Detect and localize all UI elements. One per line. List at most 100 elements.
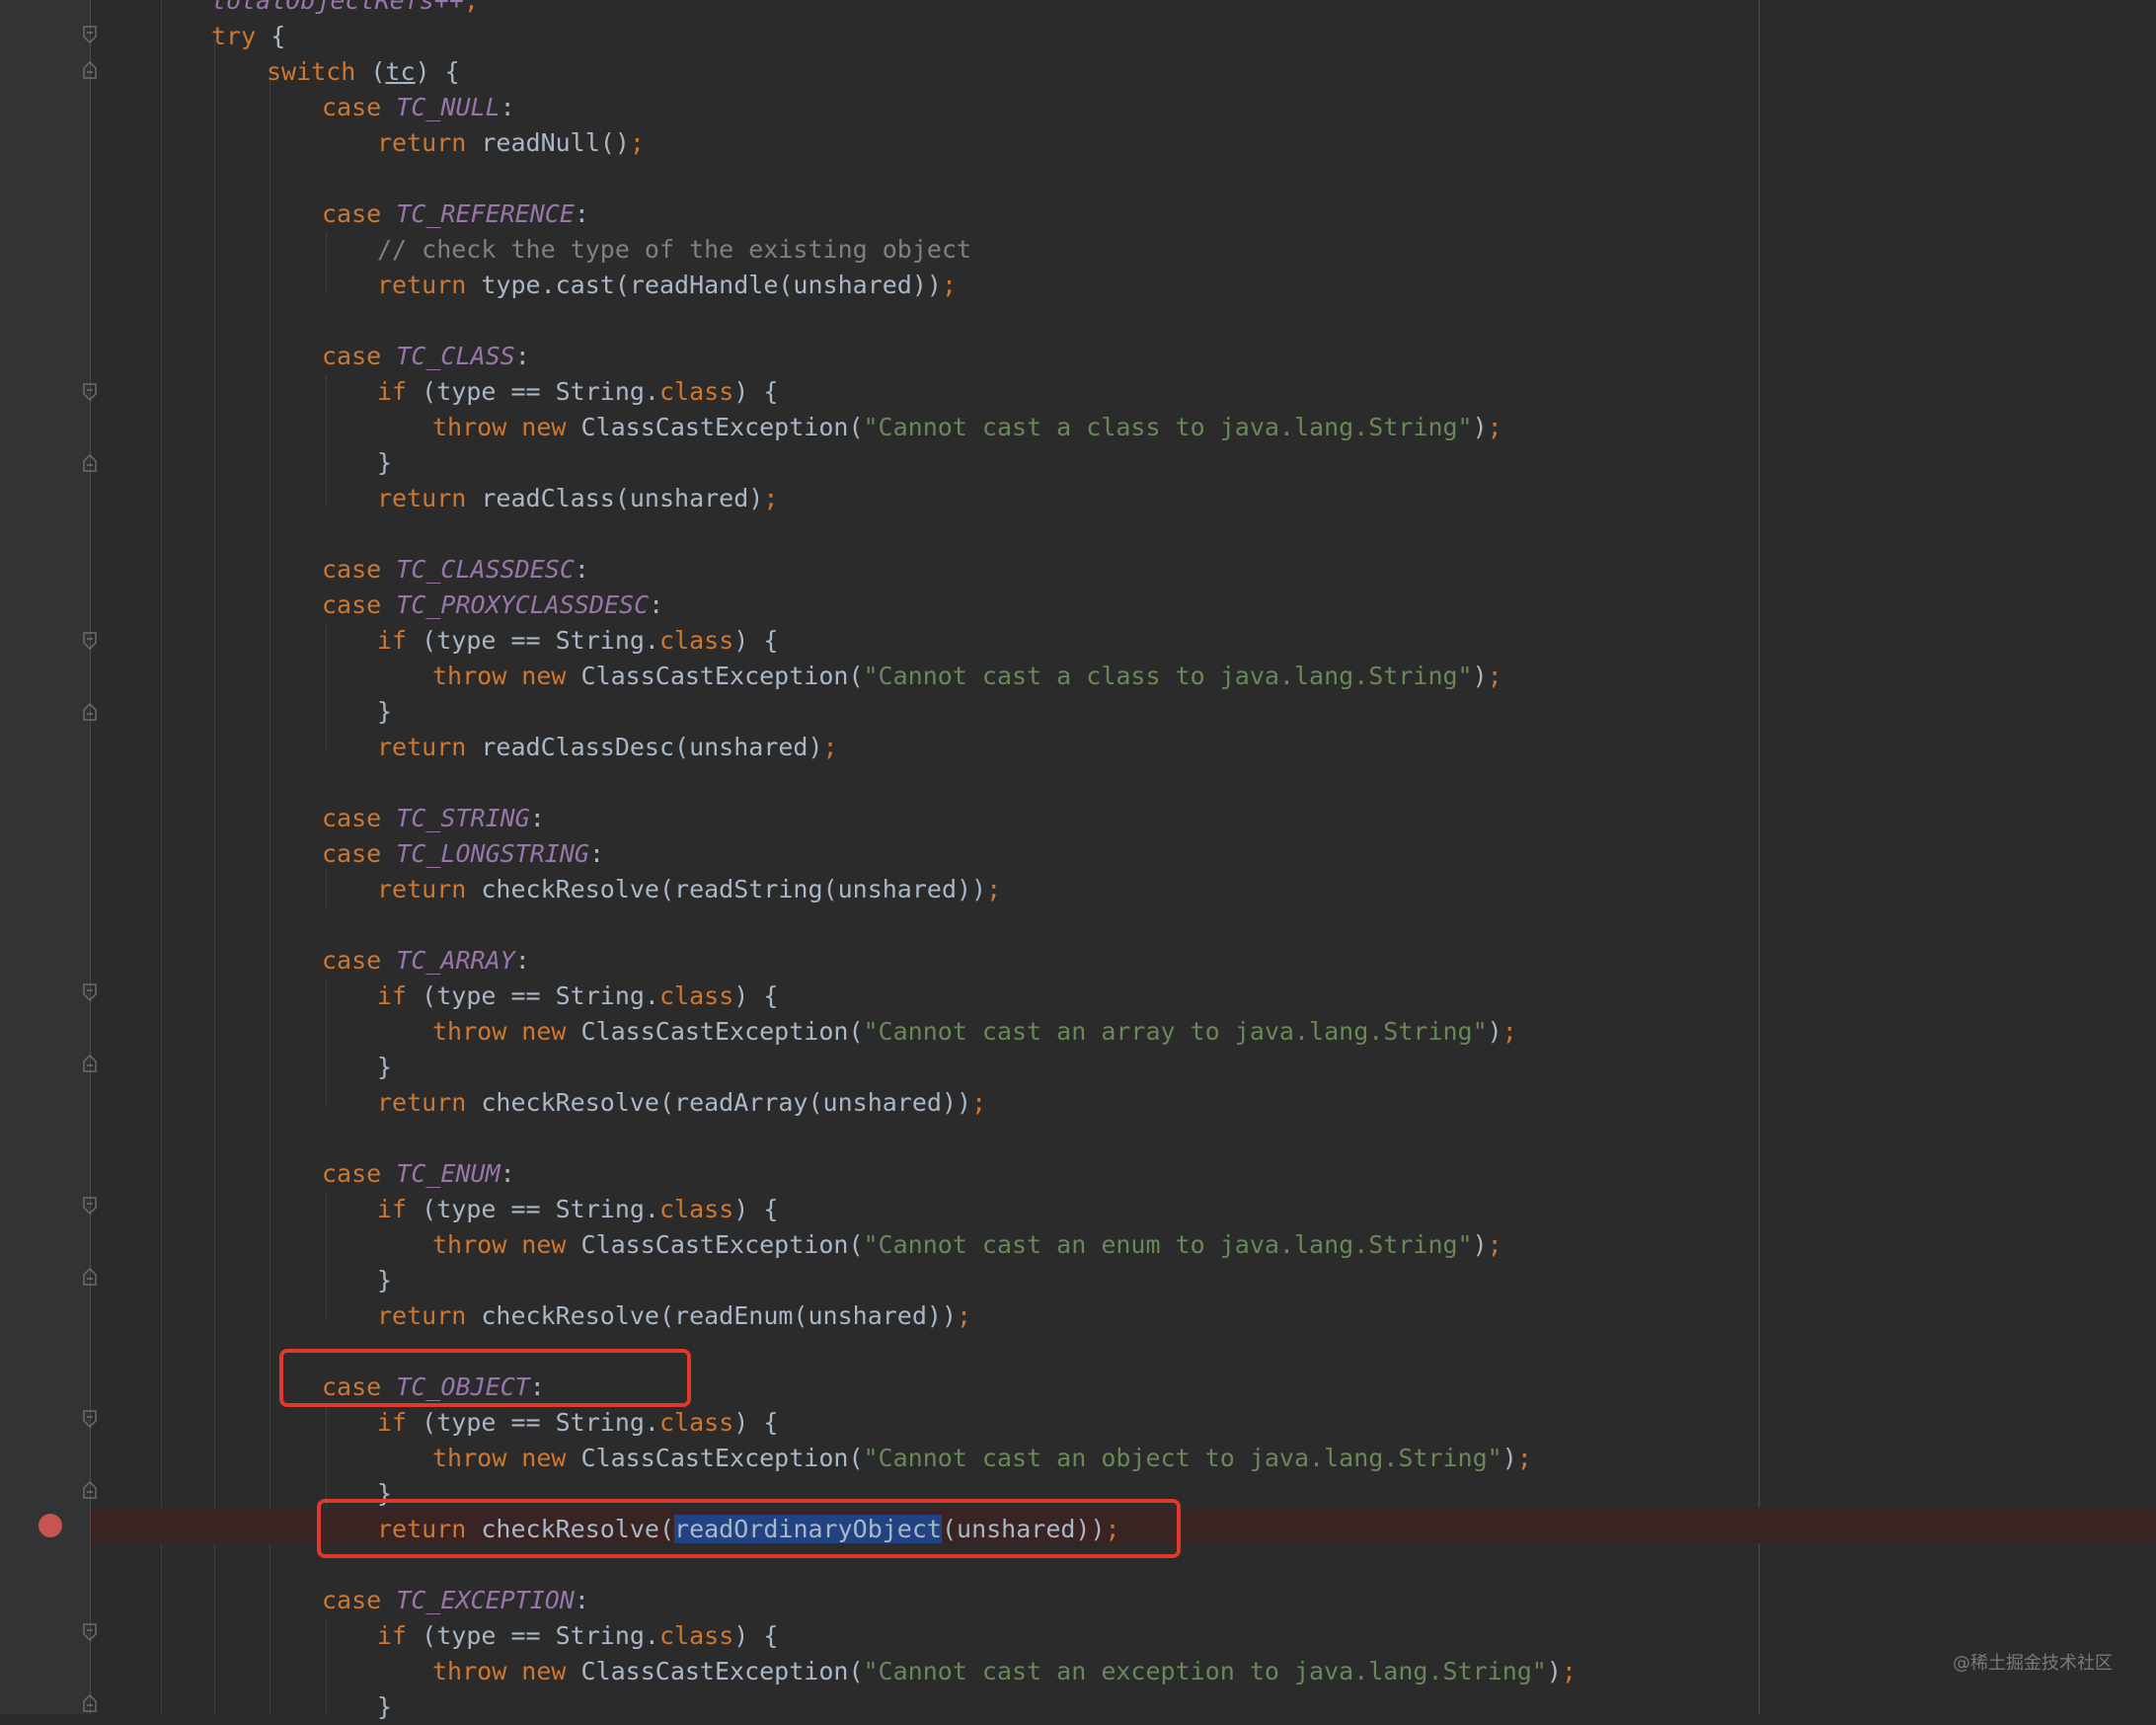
fold-toggle-icon[interactable] xyxy=(82,983,98,1001)
code-editor[interactable]: totalObjectRefs++; try {switch (tc) {case… xyxy=(0,0,2156,1721)
code-token: throw new xyxy=(432,1657,581,1686)
code-token: ClassCastException( xyxy=(580,1657,864,1686)
code-token: checkResolve(readArray(unshared)) xyxy=(481,1088,972,1117)
code-line[interactable]: try { xyxy=(211,19,285,54)
editor-gutter[interactable] xyxy=(0,0,91,1714)
fold-toggle-icon[interactable] xyxy=(82,454,98,472)
fold-toggle-icon[interactable] xyxy=(82,1268,98,1286)
code-line[interactable]: case TC_CLASS: xyxy=(322,339,530,374)
code-line[interactable]: throw new ClassCastException("Cannot cas… xyxy=(432,659,1502,694)
code-line[interactable]: return readClass(unshared); xyxy=(377,481,778,516)
code-line[interactable]: } xyxy=(377,1689,392,1725)
code-line[interactable]: case TC_EXCEPTION: xyxy=(322,1583,589,1618)
code-token: ) { xyxy=(733,1408,779,1437)
code-line[interactable]: return readNull(); xyxy=(377,125,645,161)
code-line[interactable]: throw new ClassCastException("Cannot cas… xyxy=(432,1014,1517,1050)
code-token: : xyxy=(514,946,530,975)
code-token: ; xyxy=(1487,662,1502,690)
fold-toggle-icon[interactable] xyxy=(82,632,98,650)
code-token: return xyxy=(377,271,482,299)
indent-guide xyxy=(326,869,327,908)
fold-toggle-icon[interactable] xyxy=(82,1410,98,1428)
code-line[interactable]: case TC_CLASSDESC: xyxy=(322,552,589,588)
code-line[interactable]: } xyxy=(377,694,392,730)
code-line[interactable]: } xyxy=(377,445,392,481)
code-line[interactable]: if (type == String.class) { xyxy=(377,1192,778,1227)
code-token: case xyxy=(322,1159,397,1188)
code-line[interactable]: if (type == String.class) { xyxy=(377,1405,778,1441)
fold-toggle-icon[interactable] xyxy=(82,1481,98,1499)
code-line[interactable]: return checkResolve(readEnum(unshared)); xyxy=(377,1298,971,1334)
code-token: (type == String. xyxy=(407,1621,659,1650)
code-token: ; xyxy=(822,733,838,761)
code-token: if xyxy=(377,1408,408,1437)
code-token: : xyxy=(500,1159,515,1188)
code-line[interactable]: throw new ClassCastException("Cannot cas… xyxy=(432,1227,1502,1263)
code-token: case xyxy=(322,342,397,370)
fold-toggle-icon[interactable] xyxy=(82,1694,98,1712)
code-token: ) { xyxy=(733,377,779,406)
code-token: : xyxy=(574,555,589,584)
code-token: if xyxy=(377,1621,408,1650)
code-token: readClassDesc(unshared) xyxy=(481,733,823,761)
gutter-divider xyxy=(90,0,91,1714)
code-token: TC_REFERENCE xyxy=(396,199,575,228)
code-line[interactable]: if (type == String.class) { xyxy=(377,623,778,659)
code-line[interactable]: switch (tc) { xyxy=(267,54,460,90)
code-line[interactable]: return readClassDesc(unshared); xyxy=(377,730,838,765)
fold-toggle-icon[interactable] xyxy=(82,703,98,721)
code-line[interactable]: case TC_PROXYCLASSDESC: xyxy=(322,588,663,623)
code-line[interactable]: } xyxy=(377,1050,392,1085)
code-token: case xyxy=(322,93,397,121)
code-token: case xyxy=(322,590,397,619)
indent-guide xyxy=(326,1193,327,1321)
code-line[interactable]: return checkResolve(readArray(unshared))… xyxy=(377,1085,986,1121)
code-line[interactable]: throw new ClassCastException("Cannot cas… xyxy=(432,1441,1532,1476)
code-line[interactable]: totalObjectRefs++; xyxy=(211,0,479,19)
code-token: class xyxy=(658,377,734,406)
code-line[interactable]: case TC_ARRAY: xyxy=(322,943,530,979)
code-token: "Cannot cast a class to java.lang.String… xyxy=(863,413,1473,441)
code-token: case xyxy=(322,839,397,868)
code-token: { xyxy=(256,22,286,50)
fold-toggle-icon[interactable] xyxy=(82,26,98,43)
code-token: case xyxy=(322,199,397,228)
code-token: class xyxy=(658,1408,734,1437)
fold-toggle-icon[interactable] xyxy=(82,1055,98,1072)
code-token: readNull() xyxy=(481,128,630,157)
fold-toggle-icon[interactable] xyxy=(82,1197,98,1215)
code-token: readClass(unshared) xyxy=(481,484,764,512)
breakpoint-icon[interactable] xyxy=(38,1514,62,1537)
code-line[interactable]: // check the type of the existing object xyxy=(377,232,971,268)
code-line[interactable]: if (type == String.class) { xyxy=(377,374,778,410)
code-token: ; xyxy=(957,1301,972,1330)
code-line[interactable]: if (type == String.class) { xyxy=(377,979,778,1014)
fold-toggle-icon[interactable] xyxy=(82,61,98,79)
code-token: ) xyxy=(1472,1230,1488,1259)
code-line[interactable]: case TC_STRING: xyxy=(322,801,545,836)
code-line[interactable]: throw new ClassCastException("Cannot cas… xyxy=(432,410,1502,445)
code-token: "Cannot cast a class to java.lang.String… xyxy=(863,662,1473,690)
code-token: ; xyxy=(629,128,645,157)
code-line[interactable]: case TC_NULL: xyxy=(322,90,515,125)
code-token: (type == String. xyxy=(407,626,659,655)
code-token: return xyxy=(377,484,482,512)
code-token: type.cast(readHandle(unshared)) xyxy=(481,271,942,299)
code-token: case xyxy=(322,804,397,832)
code-line[interactable]: } xyxy=(377,1263,392,1298)
watermark: @稀土掘金技术社区 xyxy=(1953,1653,2113,1674)
code-token: ; xyxy=(463,0,479,15)
code-line[interactable]: return checkResolve(readString(unshared)… xyxy=(377,872,1001,907)
code-line[interactable]: case TC_ENUM: xyxy=(322,1156,515,1192)
code-line[interactable]: case TC_LONGSTRING: xyxy=(322,836,604,872)
fold-toggle-icon[interactable] xyxy=(82,383,98,401)
code-line[interactable]: return type.cast(readHandle(unshared)); xyxy=(377,268,957,303)
code-line[interactable]: case TC_REFERENCE: xyxy=(322,196,589,232)
code-token: } xyxy=(377,1266,393,1294)
code-token: } xyxy=(377,448,393,477)
code-line[interactable]: if (type == String.class) { xyxy=(377,1618,778,1654)
code-token: "Cannot cast an object to java.lang.Stri… xyxy=(863,1444,1502,1472)
code-token: return xyxy=(377,128,482,157)
code-line[interactable]: throw new ClassCastException("Cannot cas… xyxy=(432,1654,1577,1689)
fold-toggle-icon[interactable] xyxy=(82,1623,98,1641)
